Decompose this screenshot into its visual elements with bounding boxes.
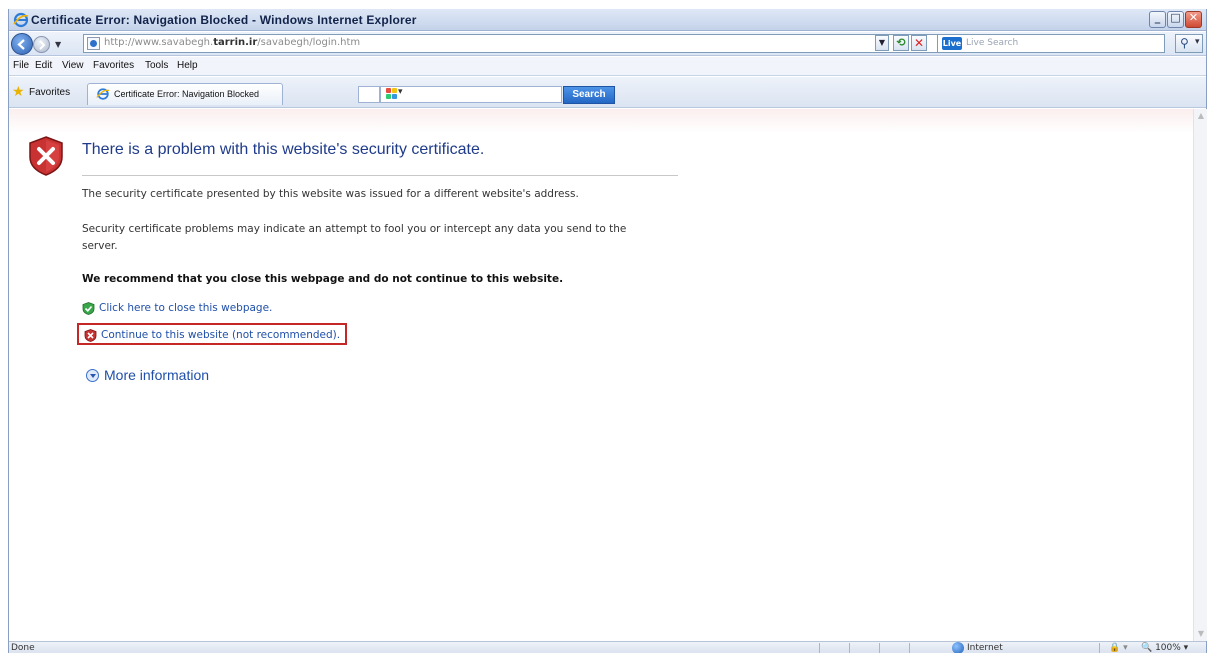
- live-search-input[interactable]: Live Live Search: [937, 34, 1165, 53]
- status-divider: [1099, 643, 1100, 653]
- forward-button[interactable]: [33, 36, 50, 53]
- toolbar-small-input[interactable]: [358, 86, 380, 103]
- maximize-button[interactable]: □: [1167, 11, 1184, 28]
- status-bar: Done Internet 🔒 ▾ 🔍 100% ▾: [9, 641, 1206, 653]
- ie-logo-icon: [13, 12, 29, 28]
- cert-warning-text: Security certificate problems may indica…: [82, 223, 627, 252]
- history-dropdown-icon[interactable]: ▼: [55, 40, 61, 49]
- menu-bar: File Edit View Favorites Tools Help: [9, 57, 1206, 76]
- browser-window: Certificate Error: Navigation Blocked - …: [8, 9, 1207, 653]
- shield-warn-icon: [84, 328, 97, 342]
- close-window-button[interactable]: ✕: [1185, 11, 1202, 28]
- recommendation-text: We recommend that you close this webpage…: [82, 273, 564, 285]
- favorites-button[interactable]: Favorites: [29, 87, 70, 98]
- menu-file[interactable]: File: [13, 60, 29, 71]
- divider: [82, 175, 678, 176]
- address-dropdown-icon[interactable]: ▼: [875, 35, 889, 51]
- continue-website-link-label: Continue to this website (not recommende…: [101, 329, 341, 341]
- close-icon: ✕: [1188, 11, 1199, 24]
- search-options-icon[interactable]: ▾: [1195, 37, 1200, 47]
- status-divider: [879, 643, 880, 653]
- menu-edit[interactable]: Edit: [35, 60, 52, 71]
- shield-error-icon: [29, 136, 63, 176]
- status-divider: [849, 643, 850, 653]
- address-field[interactable]: http://www.savabegh.tarrin.ir/savabegh/l…: [83, 34, 945, 53]
- more-information-toggle[interactable]: More information: [86, 367, 209, 383]
- menu-tools[interactable]: Tools: [145, 60, 168, 71]
- close-page-link[interactable]: Click here to close this webpage.: [82, 301, 272, 315]
- status-divider: [819, 643, 820, 653]
- address-url: http://www.savabegh.tarrin.ir/savabegh/l…: [104, 37, 360, 48]
- favorites-star-icon[interactable]: ★: [12, 84, 25, 100]
- minimize-icon: _: [1154, 11, 1161, 24]
- url-domain: tarrin.ir: [213, 37, 258, 48]
- globe-icon: [952, 642, 964, 653]
- refresh-icon[interactable]: ⟲: [893, 35, 909, 51]
- scroll-down-icon[interactable]: ▼: [1195, 627, 1207, 641]
- forward-icon: [39, 40, 46, 50]
- search-go-button[interactable]: ⚲ ▾: [1175, 34, 1203, 53]
- close-page-link-label: Click here to close this webpage.: [99, 302, 273, 314]
- url-suffix: /savabegh/login.htm: [257, 37, 361, 48]
- tab-ie-icon: [96, 88, 110, 100]
- toolbar-app-icon[interactable]: ▾: [383, 86, 413, 103]
- scroll-up-icon[interactable]: ▲: [1195, 109, 1207, 123]
- url-prefix: http://www.savabegh.: [104, 37, 214, 48]
- status-text: Done: [11, 643, 35, 653]
- back-icon: [17, 39, 25, 50]
- menu-favorites[interactable]: Favorites: [93, 60, 134, 71]
- shield-ok-icon: [82, 301, 95, 315]
- tab-label: Certificate Error: Navigation Blocked: [114, 89, 260, 99]
- page-content: There is a problem with this website's s…: [9, 109, 1193, 641]
- favorites-bar: ★ Favorites Certificate Error: Navigatio…: [9, 77, 1206, 108]
- page-icon: [87, 37, 100, 50]
- continue-website-link[interactable]: Continue to this website (not recommende…: [77, 323, 348, 345]
- status-divider: [909, 643, 910, 653]
- screen-top-margin: [0, 0, 1207, 9]
- menu-view[interactable]: View: [62, 60, 84, 71]
- maximize-icon: □: [1170, 11, 1181, 24]
- menu-help[interactable]: Help: [177, 60, 198, 71]
- page-title: There is a problem with this website's s…: [82, 141, 485, 158]
- expand-circle-icon: [86, 368, 99, 382]
- protected-mode-icon[interactable]: 🔒 ▾: [1109, 643, 1128, 653]
- window-title: Certificate Error: Navigation Blocked - …: [31, 13, 417, 27]
- minimize-button[interactable]: _: [1149, 11, 1166, 28]
- vertical-scrollbar[interactable]: ▲ ▼: [1193, 109, 1207, 641]
- search-placeholder: Live Search: [966, 38, 1019, 48]
- security-zone[interactable]: Internet: [967, 643, 1003, 653]
- stop-icon[interactable]: ✕: [911, 35, 927, 51]
- search-icon: ⚲: [1180, 36, 1189, 50]
- title-bar: Certificate Error: Navigation Blocked - …: [9, 9, 1206, 31]
- address-toolbar: ▼ http://www.savabegh.tarrin.ir/savabegh…: [9, 32, 1206, 56]
- toolbar-search-button[interactable]: Search: [563, 86, 615, 104]
- cert-mismatch-text: The security certificate presented by th…: [82, 188, 579, 200]
- live-search-icon: Live: [942, 37, 962, 50]
- zoom-level[interactable]: 🔍 100% ▾: [1141, 643, 1188, 653]
- back-button[interactable]: [11, 33, 33, 55]
- tab-certificate-error[interactable]: Certificate Error: Navigation Blocked: [87, 83, 283, 105]
- more-information-label: More information: [104, 367, 210, 383]
